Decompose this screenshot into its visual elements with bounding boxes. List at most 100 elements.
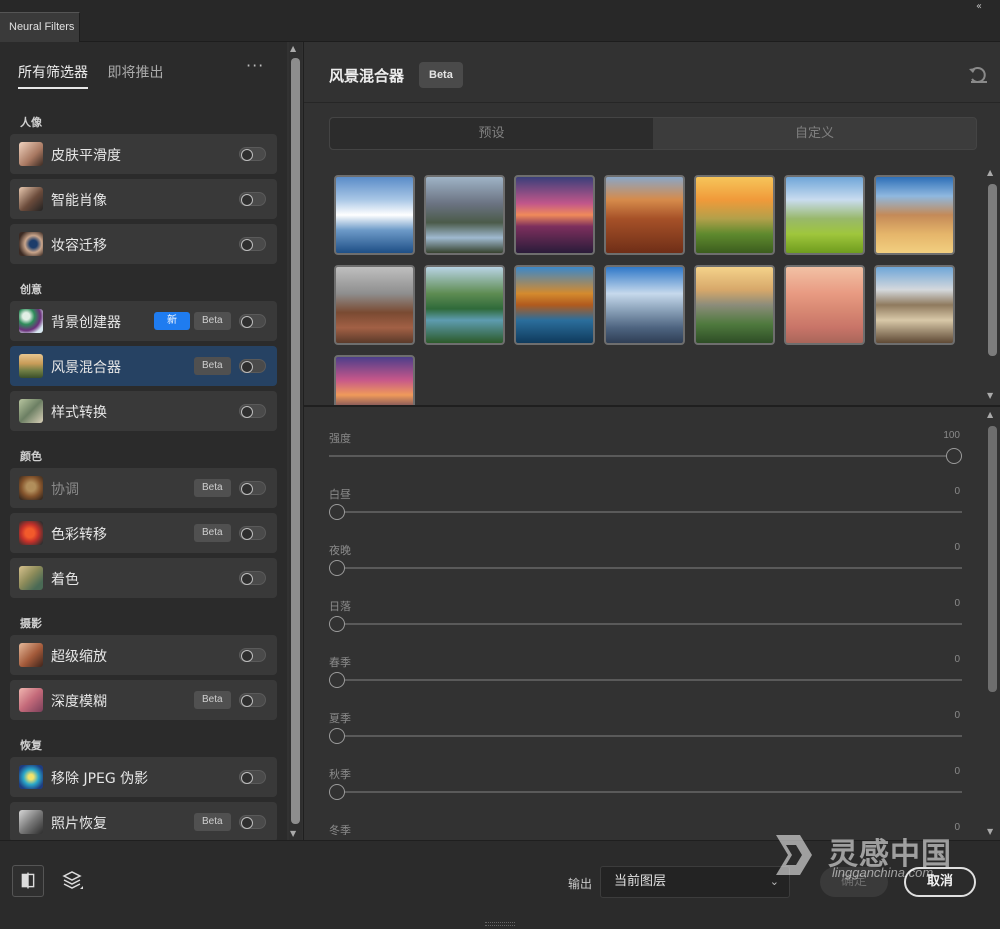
filter-item-makeup-transfer[interactable]: 妆容迁移 bbox=[10, 224, 277, 264]
slider-handle[interactable] bbox=[329, 672, 345, 688]
slider-track[interactable] bbox=[329, 623, 962, 625]
filter-label: 色彩转移 bbox=[51, 527, 107, 543]
slider-value: 100 bbox=[943, 430, 960, 441]
new-badge: 新 bbox=[154, 312, 190, 330]
slider-value: 0 bbox=[954, 766, 960, 777]
filter-item-skin-smoothing[interactable]: 皮肤平滑度 bbox=[10, 134, 277, 174]
slider-handle[interactable] bbox=[946, 448, 962, 464]
slider-track[interactable] bbox=[329, 455, 962, 457]
tab-all-filters[interactable]: 所有筛选器 bbox=[18, 62, 88, 89]
preset-thumbnail[interactable] bbox=[874, 265, 955, 345]
filter-toggle[interactable] bbox=[239, 526, 266, 540]
filter-toggle[interactable] bbox=[239, 404, 266, 418]
filter-item-colorize[interactable]: 着色 bbox=[10, 558, 277, 598]
scrollbar-thumb[interactable] bbox=[988, 184, 997, 356]
segment-custom[interactable]: 自定义 bbox=[653, 118, 976, 149]
filter-item-background-creator[interactable]: 背景创建器 新 Beta bbox=[10, 301, 277, 341]
panel-tab-neural-filters[interactable]: Neural Filters bbox=[0, 12, 80, 42]
scrollbar-thumb[interactable] bbox=[988, 426, 997, 692]
preset-grid bbox=[334, 175, 964, 407]
filter-thumbnail-icon bbox=[19, 521, 43, 545]
slider-track[interactable] bbox=[329, 791, 962, 793]
cancel-button[interactable]: 取消 bbox=[904, 867, 976, 897]
filter-item-jpeg-artifacts-removal[interactable]: 移除 JPEG 伪影 bbox=[10, 757, 277, 797]
output-select[interactable]: 当前图层 ⌄ bbox=[600, 866, 790, 898]
filter-toggle[interactable] bbox=[239, 648, 266, 662]
output-label: 输出 bbox=[568, 877, 593, 891]
slider-handle[interactable] bbox=[329, 504, 345, 520]
preset-thumbnail[interactable] bbox=[604, 175, 685, 255]
preset-thumbnail[interactable] bbox=[604, 265, 685, 345]
scroll-down-icon[interactable]: ▼ bbox=[987, 391, 993, 400]
preset-thumbnail[interactable] bbox=[784, 175, 865, 255]
filter-item-smart-portrait[interactable]: 智能肖像 bbox=[10, 179, 277, 219]
scroll-down-icon[interactable]: ▼ bbox=[987, 827, 993, 836]
slider-night: 夜晚 0 bbox=[329, 542, 964, 598]
filter-list-panel: 所有筛选器 即将推出 ··· 人像 皮肤平滑度 智能肖像 妆容迁移 创意 背景创… bbox=[0, 42, 287, 842]
collapse-panel-icon[interactable]: ‹‹ bbox=[976, 1, 982, 12]
slider-value: 0 bbox=[954, 654, 960, 665]
filter-toggle[interactable] bbox=[239, 314, 266, 328]
filter-toggle[interactable] bbox=[239, 571, 266, 585]
preset-thumbnail[interactable] bbox=[424, 175, 505, 255]
filter-toggle[interactable] bbox=[239, 693, 266, 707]
preset-thumbnail[interactable] bbox=[874, 175, 955, 255]
slider-handle[interactable] bbox=[329, 560, 345, 576]
preset-thumbnail[interactable] bbox=[424, 265, 505, 345]
filter-item-landscape-mixer[interactable]: 风景混合器 Beta bbox=[10, 346, 277, 386]
resize-grip[interactable] bbox=[485, 922, 515, 926]
preset-scrollbar[interactable]: ▲ ▼ bbox=[986, 168, 999, 400]
scroll-up-icon[interactable]: ▲ bbox=[290, 44, 296, 53]
more-options-icon[interactable]: ··· bbox=[246, 56, 264, 75]
filter-label: 深度模糊 bbox=[51, 694, 107, 710]
scroll-down-icon[interactable]: ▼ bbox=[290, 829, 296, 838]
filter-list-scrollbar[interactable]: ▲ ▼ bbox=[289, 42, 302, 840]
filter-thumbnail-icon bbox=[19, 309, 43, 333]
slider-track[interactable] bbox=[329, 511, 962, 513]
ok-button[interactable]: 确定 bbox=[820, 867, 888, 897]
slider-day: 白昼 0 bbox=[329, 486, 964, 542]
scrollbar-thumb[interactable] bbox=[291, 58, 300, 824]
slider-label: 秋季 bbox=[329, 768, 351, 781]
filter-item-super-zoom[interactable]: 超级缩放 bbox=[10, 635, 277, 675]
chevron-down-icon: ⌄ bbox=[769, 875, 779, 888]
filter-item-photo-restoration[interactable]: 照片恢复 Beta bbox=[10, 802, 277, 842]
divider bbox=[304, 102, 1000, 103]
reset-icon[interactable] bbox=[968, 64, 990, 86]
preset-thumbnail[interactable] bbox=[514, 265, 595, 345]
filter-toggle[interactable] bbox=[239, 770, 266, 784]
preset-thumbnail[interactable] bbox=[334, 175, 415, 255]
segment-presets[interactable]: 预设 bbox=[330, 118, 653, 149]
section-divider bbox=[304, 405, 1000, 407]
filter-label: 照片恢复 bbox=[51, 816, 107, 832]
tab-coming-soon[interactable]: 即将推出 bbox=[107, 62, 163, 82]
filter-toggle[interactable] bbox=[239, 192, 266, 206]
slider-track[interactable] bbox=[329, 567, 962, 569]
compare-icon[interactable] bbox=[12, 865, 44, 897]
settings-scrollbar[interactable]: ▲ ▼ bbox=[986, 410, 999, 840]
filter-toggle[interactable] bbox=[239, 237, 266, 251]
filter-item-harmonization[interactable]: 协调 Beta bbox=[10, 468, 277, 508]
preset-thumbnail[interactable] bbox=[784, 265, 865, 345]
slider-handle[interactable] bbox=[329, 728, 345, 744]
preset-thumbnail[interactable] bbox=[334, 265, 415, 345]
slider-track[interactable] bbox=[329, 679, 962, 681]
slider-track[interactable] bbox=[329, 735, 962, 737]
filter-toggle[interactable] bbox=[239, 147, 266, 161]
slider-handle[interactable] bbox=[329, 784, 345, 800]
filter-item-depth-blur[interactable]: 深度模糊 Beta bbox=[10, 680, 277, 720]
filter-toggle[interactable] bbox=[239, 815, 266, 829]
filter-item-style-transfer[interactable]: 样式转换 bbox=[10, 391, 277, 431]
preset-thumbnail[interactable] bbox=[694, 175, 775, 255]
preset-thumbnail[interactable] bbox=[694, 265, 775, 345]
filter-item-color-transfer[interactable]: 色彩转移 Beta bbox=[10, 513, 277, 553]
filter-toggle[interactable] bbox=[239, 359, 266, 373]
output-select-value: 当前图层 bbox=[614, 874, 667, 889]
scroll-up-icon[interactable]: ▲ bbox=[987, 410, 993, 419]
preset-thumbnail[interactable] bbox=[514, 175, 595, 255]
layers-icon[interactable] bbox=[56, 865, 88, 897]
preset-thumbnail[interactable] bbox=[334, 355, 415, 407]
filter-toggle[interactable] bbox=[239, 481, 266, 495]
slider-handle[interactable] bbox=[329, 616, 345, 632]
scroll-up-icon[interactable]: ▲ bbox=[987, 168, 993, 177]
